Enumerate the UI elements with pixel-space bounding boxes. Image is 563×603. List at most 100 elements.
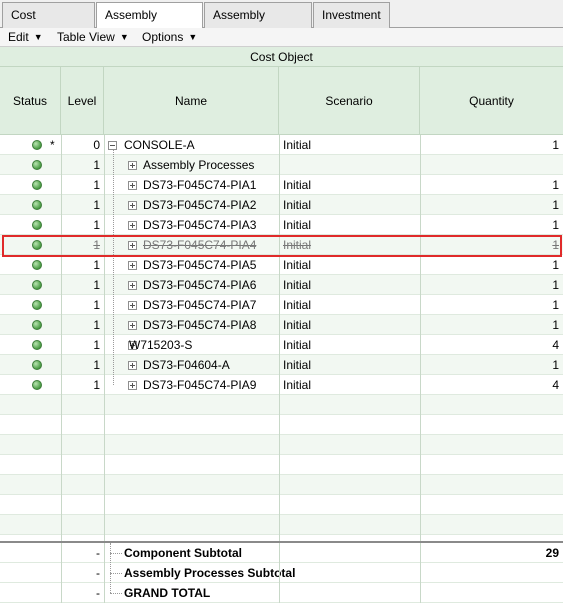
expand-icon[interactable] bbox=[128, 201, 137, 210]
column-header-name-label: Name bbox=[174, 93, 207, 108]
quantity-cell: 1 bbox=[552, 198, 559, 212]
column-divider bbox=[104, 543, 105, 603]
table-row[interactable]: 1 Assembly Processes bbox=[0, 155, 563, 175]
table-row[interactable]: 1 DS73-F045C74-PIA7 Initial 1 bbox=[0, 295, 563, 315]
row-name: CONSOLE-A bbox=[124, 138, 195, 152]
column-header-scenario[interactable]: Scenario bbox=[279, 67, 420, 135]
status-green-icon bbox=[32, 340, 42, 350]
name-cell[interactable]: DS73-F04604-A bbox=[104, 355, 279, 375]
footer-quantity bbox=[420, 583, 563, 603]
table-row[interactable]: 1 W715203-S Initial 4 bbox=[0, 335, 563, 355]
quantity-cell: 1 bbox=[552, 298, 559, 312]
row-name: DS73-F045C74-PIA1 bbox=[143, 178, 257, 192]
status-cell bbox=[0, 195, 61, 215]
expand-icon[interactable] bbox=[128, 281, 137, 290]
scenario-cell: Initial bbox=[283, 218, 312, 232]
status-green-icon bbox=[32, 200, 42, 210]
expand-icon[interactable] bbox=[128, 361, 137, 370]
name-cell[interactable]: W715203-S bbox=[104, 335, 279, 355]
name-cell[interactable]: DS73-F045C74-PIA6 bbox=[104, 275, 279, 295]
column-header-quantity[interactable]: Quantity bbox=[420, 67, 563, 135]
expand-icon[interactable] bbox=[128, 381, 137, 390]
scenario-cell: Initial bbox=[283, 178, 312, 192]
scenario-cell: Initial bbox=[283, 318, 312, 332]
scenario-cell: Initial bbox=[283, 358, 312, 372]
name-cell[interactable]: DS73-F045C74-PIA2 bbox=[104, 195, 279, 215]
menu-edit[interactable]: Edit ▼ bbox=[8, 28, 43, 47]
row-name: DS73-F045C74-PIA8 bbox=[143, 318, 257, 332]
column-divider bbox=[61, 135, 62, 603]
status-cell bbox=[0, 255, 61, 275]
table-row[interactable]: * 0 CONSOLE-A Initial 1 bbox=[0, 135, 563, 155]
status-cell bbox=[0, 155, 61, 175]
group-header-cost-object: Cost Object bbox=[0, 47, 563, 67]
status-green-icon bbox=[32, 220, 42, 230]
level-cell: 1 bbox=[93, 158, 100, 172]
empty-row bbox=[0, 475, 563, 495]
menu-bar: Edit ▼ Table View ▼ Options ▼ bbox=[0, 28, 563, 47]
expand-icon[interactable] bbox=[128, 321, 137, 330]
expand-icon[interactable] bbox=[128, 301, 137, 310]
tab-investment[interactable]: Investment bbox=[313, 2, 390, 28]
tab-assembly-details[interactable]: Assembly Details bbox=[96, 2, 203, 46]
expand-icon[interactable] bbox=[128, 261, 137, 270]
footer-level: - bbox=[96, 546, 100, 560]
name-cell[interactable]: CONSOLE-A bbox=[104, 135, 279, 155]
status-cell bbox=[0, 275, 61, 295]
selected-row-highlight bbox=[2, 235, 562, 257]
table-row[interactable]: 1 DS73-F045C74-PIA2 Initial 1 bbox=[0, 195, 563, 215]
empty-row bbox=[0, 395, 563, 415]
column-header-quantity-label: Quantity bbox=[469, 93, 514, 108]
name-cell[interactable]: DS73-F045C74-PIA5 bbox=[104, 255, 279, 275]
name-cell[interactable]: DS73-F045C74-PIA3 bbox=[104, 215, 279, 235]
collapse-icon[interactable] bbox=[108, 141, 117, 150]
expand-icon[interactable] bbox=[128, 221, 137, 230]
tab-assembly-tracker[interactable]: Assembly Tracker bbox=[204, 2, 312, 46]
table-row[interactable]: 1 DS73-F045C74-PIA3 Initial 1 bbox=[0, 215, 563, 235]
quantity-cell: 1 bbox=[552, 138, 559, 152]
name-cell[interactable]: DS73-F045C74-PIA7 bbox=[104, 295, 279, 315]
name-cell[interactable]: DS73-F045C74-PIA1 bbox=[104, 175, 279, 195]
level-cell: 1 bbox=[93, 198, 100, 212]
column-header-level[interactable]: Level bbox=[61, 67, 104, 135]
table-row[interactable]: 1 DS73-F045C74-PIA9 Initial 4 bbox=[0, 375, 563, 395]
row-name: Assembly Processes bbox=[143, 158, 255, 172]
quantity-cell: 4 bbox=[552, 338, 559, 352]
column-divider bbox=[420, 135, 421, 603]
status-cell bbox=[0, 295, 61, 315]
empty-row bbox=[0, 415, 563, 435]
name-cell[interactable]: Assembly Processes bbox=[104, 155, 279, 175]
table-row[interactable]: 1 DS73-F045C74-PIA1 Initial 1 bbox=[0, 175, 563, 195]
scenario-cell: Initial bbox=[283, 298, 312, 312]
table-row[interactable]: 1 DS73-F04604-A Initial 1 bbox=[0, 355, 563, 375]
level-cell: 1 bbox=[93, 378, 100, 392]
column-header-status-label: Status bbox=[12, 93, 48, 108]
tab-cost-summary[interactable]: Cost Summary bbox=[2, 2, 95, 46]
level-cell: 1 bbox=[93, 338, 100, 352]
quantity-cell: 1 bbox=[552, 258, 559, 272]
expand-icon[interactable] bbox=[128, 181, 137, 190]
table-row[interactable]: 1 DS73-F045C74-PIA5 Initial 1 bbox=[0, 255, 563, 275]
name-cell[interactable]: DS73-F045C74-PIA9 bbox=[104, 375, 279, 395]
menu-table-view[interactable]: Table View ▼ bbox=[57, 28, 129, 47]
menu-options[interactable]: Options ▼ bbox=[142, 28, 197, 47]
column-header-name[interactable]: Name bbox=[104, 67, 279, 135]
quantity-cell: 1 bbox=[552, 278, 559, 292]
expand-icon[interactable] bbox=[128, 161, 137, 170]
column-divider bbox=[279, 135, 280, 603]
empty-row bbox=[0, 515, 563, 535]
menu-table-view-label: Table View bbox=[57, 30, 115, 44]
table-row[interactable]: 1 DS73-F045C74-PIA6 Initial 1 bbox=[0, 275, 563, 295]
column-header-status[interactable]: Status bbox=[0, 67, 61, 135]
status-green-icon bbox=[32, 180, 42, 190]
footer-level: - bbox=[96, 566, 100, 580]
tree-guide-line bbox=[113, 150, 114, 385]
level-cell: 1 bbox=[93, 298, 100, 312]
table-row[interactable]: 1 DS73-F045C74-PIA8 Initial 1 bbox=[0, 315, 563, 335]
level-cell: 1 bbox=[93, 358, 100, 372]
column-divider bbox=[279, 543, 280, 603]
row-name: DS73-F045C74-PIA3 bbox=[143, 218, 257, 232]
name-cell[interactable]: DS73-F045C74-PIA8 bbox=[104, 315, 279, 335]
chevron-down-icon: ▼ bbox=[119, 32, 129, 42]
quantity-cell: 1 bbox=[552, 358, 559, 372]
